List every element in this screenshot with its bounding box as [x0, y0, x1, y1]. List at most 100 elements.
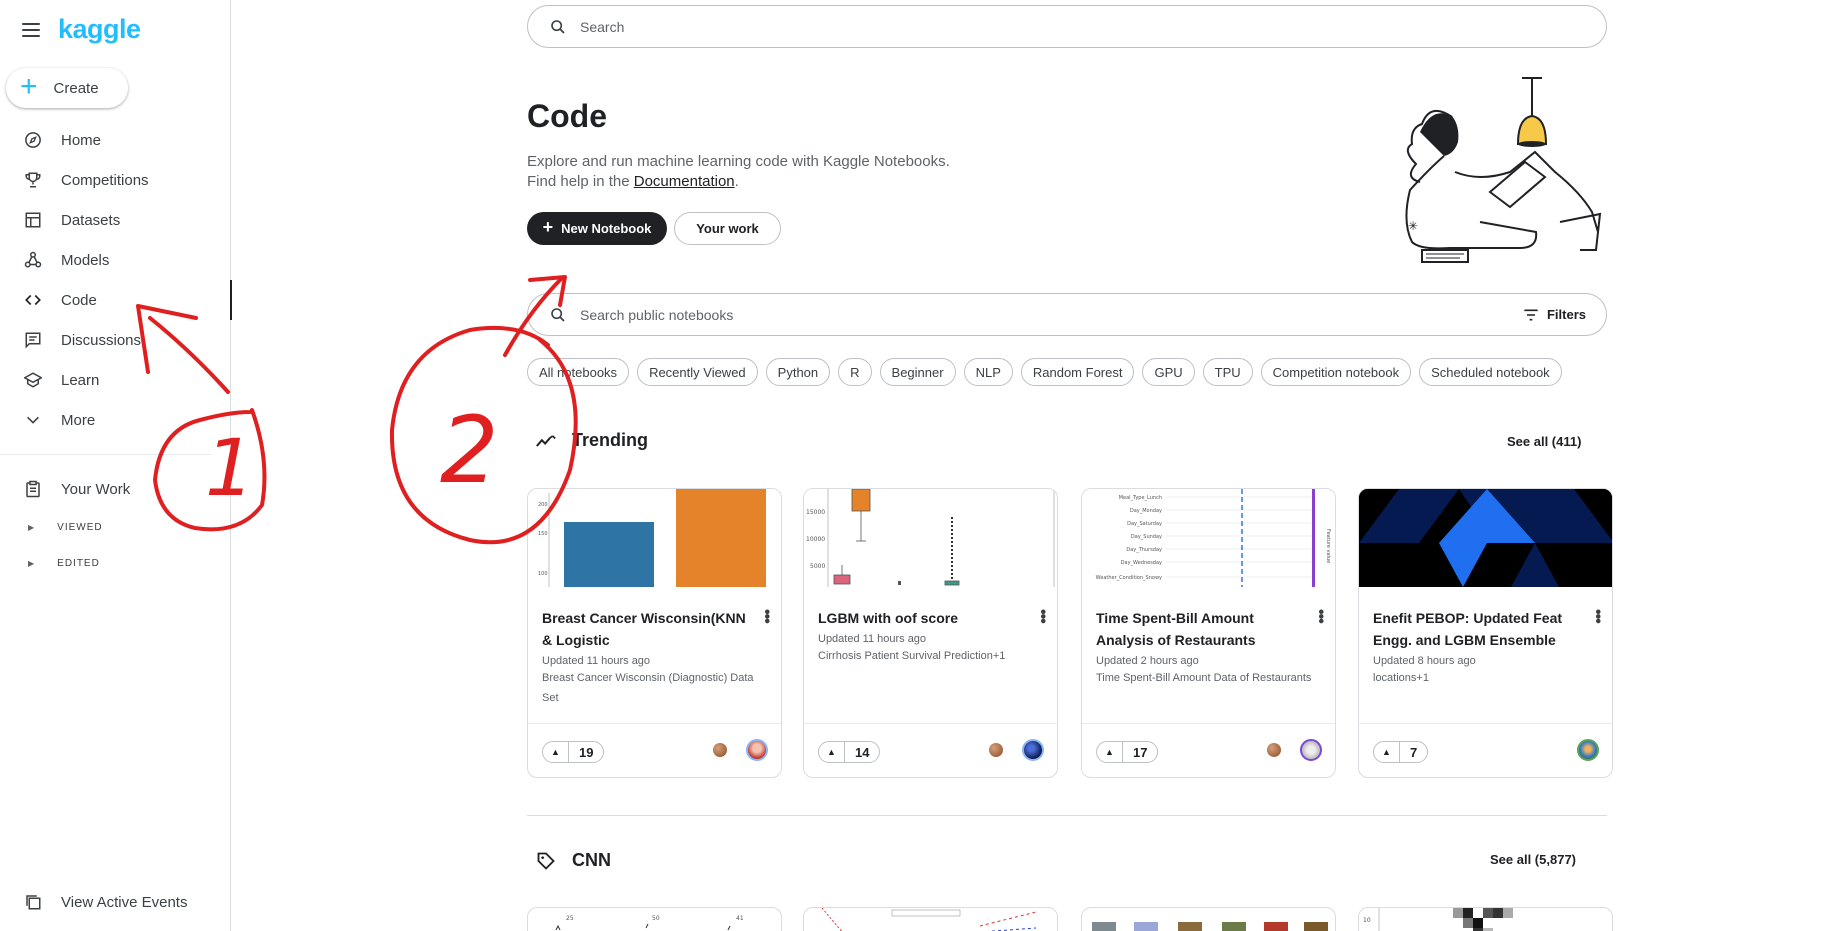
more-options-icon[interactable]: •••	[1589, 609, 1606, 623]
sidebar-item-label: Your Work	[61, 480, 131, 498]
sidebar-item-home[interactable]: Home	[0, 120, 231, 160]
chevron-down-icon	[22, 412, 44, 428]
card-dataset[interactable]: Breast Cancer Wisconsin (Diagnostic) Dat…	[542, 668, 767, 708]
sidebar-item-datasets[interactable]: Datasets	[0, 200, 231, 240]
cnn-see-all-link[interactable]: See all (5,877)	[1490, 852, 1576, 867]
menu-icon[interactable]	[22, 22, 40, 37]
filters-label: Filters	[1546, 307, 1586, 322]
avatar[interactable]	[1577, 739, 1599, 761]
kaggle-logo[interactable]: kaggle	[58, 14, 141, 45]
thumb-label: Weather_Condition_Snowy	[1096, 575, 1162, 581]
notebook-search-input[interactable]	[580, 306, 1523, 323]
plus-icon: +	[20, 69, 38, 103]
thumb-tick: 41	[736, 915, 744, 922]
upvote-button[interactable]: ▲ 17	[1096, 741, 1159, 763]
subtitle-suffix: .	[734, 173, 739, 190]
notebook-card[interactable]: Meal_Type_Lunch Day_Monday Day_Saturday …	[1081, 488, 1336, 778]
caret-up-icon: ▲	[1374, 742, 1400, 762]
chip-random-forest[interactable]: Random Forest	[1020, 358, 1135, 386]
avatar[interactable]	[746, 739, 768, 761]
search-input[interactable]	[580, 18, 1606, 35]
avatar[interactable]	[1022, 739, 1044, 761]
trending-icon	[536, 434, 556, 448]
notebook-card[interactable]: 25 50 41	[527, 907, 782, 931]
sidebar-item-models[interactable]: Models	[0, 240, 231, 280]
annotation-label-2: 2	[440, 397, 499, 504]
more-options-icon[interactable]: •••	[758, 609, 775, 623]
sidebar-nav: Home Competitions Datasets Models Code D…	[0, 120, 232, 581]
chip-r[interactable]: R	[838, 358, 872, 386]
notebook-search-bar[interactable]: Filters	[527, 293, 1607, 336]
vote-count: 14	[855, 744, 870, 760]
documentation-link[interactable]: Documentation	[634, 173, 735, 190]
card-updated: Updated 8 hours ago	[1373, 655, 1476, 667]
sidebar-item-label: Discussions	[61, 331, 142, 349]
view-active-events-label: View Active Events	[61, 893, 188, 911]
card-thumbnail: 200 150 100	[528, 489, 781, 587]
notebook-card[interactable]: Enefit PEBOP: Updated Feat Engg. and LGB…	[1358, 488, 1613, 778]
table-icon	[22, 211, 44, 229]
sidebar-item-label: Code	[61, 291, 97, 309]
avatar[interactable]	[1300, 739, 1322, 761]
card-dataset[interactable]: Cirrhosis Patient Survival Prediction+1	[818, 646, 1043, 666]
notebook-card[interactable]: 200 150 100 Breast Cancer Wisconsin(KNN …	[527, 488, 782, 778]
medal-icon	[1267, 743, 1281, 757]
view-active-events-link[interactable]: View Active Events	[22, 893, 187, 911]
chip-python[interactable]: Python	[765, 358, 831, 386]
new-notebook-button[interactable]: + New Notebook	[527, 212, 667, 245]
thumb-label: Meal_Type_Lunch	[1119, 495, 1162, 501]
medal-icon	[989, 743, 1003, 757]
more-options-icon[interactable]: •••	[1312, 609, 1329, 623]
your-work-button[interactable]: Your work	[674, 212, 781, 245]
trending-section-header: Trending	[536, 430, 648, 451]
trending-title: Trending	[572, 430, 648, 450]
create-button[interactable]: + Create	[6, 68, 128, 108]
thumb-label: Day_Wednesday	[1121, 560, 1162, 566]
sidebar-item-label: More	[61, 411, 96, 429]
sidebar-sub-viewed[interactable]: ▶ VIEWED	[0, 509, 231, 545]
upvote-button[interactable]: ▲ 14	[818, 741, 881, 763]
chip-scheduled-notebook[interactable]: Scheduled notebook	[1419, 358, 1562, 386]
sidebar-item-your-work[interactable]: Your Work	[0, 469, 231, 509]
thumb-tick: 150	[538, 531, 548, 537]
trending-see-all-link[interactable]: See all (411)	[1507, 434, 1581, 449]
sidebar-item-label: Home	[61, 131, 102, 149]
sidebar-item-label: Competitions	[61, 171, 149, 189]
notebook-card[interactable]	[1081, 907, 1336, 931]
thumb-tick: 15000	[806, 509, 825, 516]
chip-recently-viewed[interactable]: Recently Viewed	[637, 358, 758, 386]
card-title: Breast Cancer Wisconsin(KNN & Logistic	[542, 610, 746, 648]
global-search-bar[interactable]	[527, 5, 1607, 48]
notebook-card[interactable]	[803, 907, 1058, 931]
sidebar-sub-edited[interactable]: ▶ EDITED	[0, 545, 231, 581]
caret-up-icon: ▲	[1097, 742, 1123, 762]
card-dataset[interactable]: locations+1	[1373, 668, 1598, 688]
sidebar-item-discussions[interactable]: Discussions	[0, 320, 231, 360]
sidebar-item-label: Learn	[61, 371, 100, 389]
thumb-label: Day_Monday	[1130, 508, 1162, 514]
sub-item-label: EDITED	[57, 557, 100, 569]
more-options-icon[interactable]: •••	[1034, 609, 1051, 623]
chip-beginner[interactable]: Beginner	[879, 358, 956, 386]
chip-gpu[interactable]: GPU	[1142, 358, 1195, 386]
card-dataset[interactable]: Time Spent-Bill Amount Data of Restauran…	[1096, 668, 1321, 688]
notebook-card[interactable]: 10	[1358, 907, 1613, 931]
subtitle-line-1: Explore and run machine learning code wi…	[527, 153, 950, 170]
upvote-button[interactable]: ▲ 19	[542, 741, 605, 763]
sidebar-item-learn[interactable]: Learn	[0, 360, 231, 400]
chip-competition-notebook[interactable]: Competition notebook	[1260, 358, 1412, 386]
filters-button[interactable]: Filters	[1523, 307, 1586, 322]
sidebar-item-label: Datasets	[61, 211, 121, 229]
chip-tpu[interactable]: TPU	[1202, 358, 1253, 386]
sidebar-item-more[interactable]: More	[0, 400, 231, 440]
card-thumbnail	[1359, 489, 1612, 587]
chip-all-notebooks[interactable]: All notebooks	[527, 358, 630, 386]
sidebar-item-competitions[interactable]: Competitions	[0, 160, 231, 200]
thumb-tick: 10	[1363, 917, 1371, 924]
chip-nlp[interactable]: NLP	[963, 358, 1013, 386]
discussion-icon	[22, 331, 44, 349]
trophy-icon	[22, 171, 44, 189]
upvote-button[interactable]: ▲ 7	[1373, 741, 1429, 763]
notebook-card[interactable]: 15000 10000 5000 LGBM with oof score •••…	[803, 488, 1058, 778]
sidebar-item-code[interactable]: Code	[0, 280, 232, 320]
